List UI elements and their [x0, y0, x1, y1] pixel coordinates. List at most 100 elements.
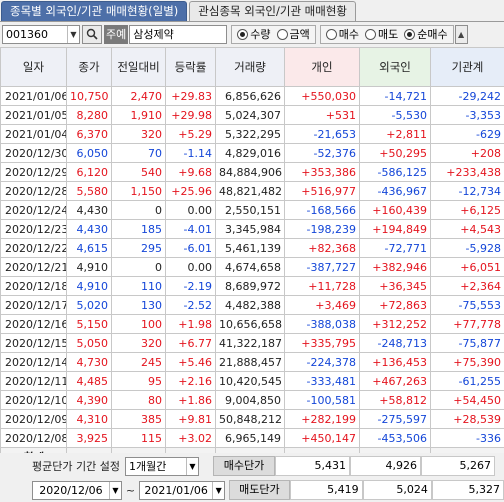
- cell-individual: +550,030: [284, 86, 360, 106]
- header-foreign[interactable]: 외국인: [359, 47, 431, 87]
- cell-rate: -2.19: [165, 276, 216, 296]
- table-row[interactable]: 2021/01/04 6,370 320 +5.29 5,322,295 -21,653 +…: [0, 124, 504, 144]
- cell-rate: +1.86: [165, 390, 216, 410]
- cell-rate: +29.98: [165, 105, 216, 125]
- table-row[interactable]: 2021/01/06 10,750 2,470 +29.83 6,856,626 +550…: [0, 86, 504, 106]
- cell-individual: -198,239: [284, 219, 360, 239]
- cell-date: 2020/12/21: [0, 257, 67, 277]
- cell-institution: +208: [430, 143, 504, 163]
- calendar-dropdown-icon[interactable]: ▼: [108, 481, 121, 499]
- period-select[interactable]: 1개월간 ▼: [124, 456, 199, 476]
- cell-close: 4,390: [66, 390, 112, 410]
- header-volume[interactable]: 거래량: [215, 47, 285, 87]
- radio-net-buy[interactable]: 순매수: [404, 26, 448, 42]
- cell-foreign: +467,263: [359, 371, 431, 391]
- radio-dot-icon: [325, 28, 337, 40]
- cell-volume: 50,848,212: [215, 409, 285, 429]
- cell-date: 2020/12/17: [0, 295, 67, 315]
- radio-sell[interactable]: 매도: [365, 26, 398, 42]
- cell-foreign: -72,771: [359, 238, 431, 258]
- cell-volume: 6,856,626: [215, 86, 285, 106]
- cell-institution: -12,734: [430, 181, 504, 201]
- table-row[interactable]: 2020/12/23 4,430 185 -4.01 3,345,984 -198,239…: [0, 219, 504, 239]
- table-row[interactable]: 2020/12/17 5,020 130 -2.52 4,482,388 +3,469 +7…: [0, 295, 504, 315]
- chevron-down-icon[interactable]: ▼: [67, 25, 79, 43]
- tab-watchlist[interactable]: 관심종목 외국인/기관 매매현황: [189, 1, 357, 21]
- table-row[interactable]: 2020/12/29 6,120 540 +9.68 84,884,906 +353,38…: [0, 162, 504, 182]
- table-row[interactable]: 2020/12/22 4,615 295 -6.01 5,461,139 +82,368-…: [0, 238, 504, 258]
- cell-foreign: -5,530: [359, 105, 431, 125]
- cell-individual: +531: [284, 105, 360, 125]
- search-button[interactable]: [82, 24, 102, 44]
- cell-change: 185: [111, 219, 166, 239]
- cell-volume: 4,482,388: [215, 295, 285, 315]
- cell-volume: 3,345,984: [215, 219, 285, 239]
- chevron-up-icon: ▲: [458, 29, 465, 39]
- table-row[interactable]: 2020/12/14 4,730 245 +5.46 21,888,457 -224,37…: [0, 352, 504, 372]
- cell-institution: +75,390: [430, 352, 504, 372]
- table-row[interactable]: 2020/12/15 5,050 320 +6.77 41,322,187 +335,79…: [0, 333, 504, 353]
- cell-date: 2020/12/11: [0, 371, 67, 391]
- cell-change: 100: [111, 314, 166, 334]
- header-date[interactable]: 일자: [0, 47, 67, 87]
- header-rate[interactable]: 등락률: [165, 47, 216, 87]
- cell-rate: +1.98: [165, 314, 216, 334]
- header-institution[interactable]: 기관계: [430, 47, 504, 87]
- toolbar: 001360 ▼ 주예 삼성제약 수량 금액 매수 매도 순매수 ▲: [0, 22, 504, 46]
- cell-institution: -3,353: [430, 105, 504, 125]
- market-badge: 주예: [104, 24, 129, 44]
- cell-close: 4,615: [66, 238, 112, 258]
- date-separator: ~: [125, 483, 136, 497]
- table-row[interactable]: 2020/12/11 4,485 95 +2.16 10,420,545 -333,481…: [0, 371, 504, 391]
- table-row[interactable]: 2020/12/10 4,390 80 +1.86 9,004,850 -100,581 +…: [0, 390, 504, 410]
- cell-change: 130: [111, 295, 166, 315]
- cell-change: 1,910: [111, 105, 166, 125]
- cell-institution: +28,539: [430, 409, 504, 429]
- radio-quantity[interactable]: 수량: [237, 26, 271, 42]
- cell-institution: -629: [430, 124, 504, 144]
- table-row[interactable]: 2020/12/08 3,925 115 +3.02 6,965,149 +450,147…: [0, 428, 504, 448]
- cell-institution: +2,364: [430, 276, 504, 296]
- tab-stock-daily[interactable]: 종목별 외국인/기관 매매현황(일별): [1, 1, 188, 21]
- cell-close: 4,910: [66, 257, 112, 277]
- table-row[interactable]: 2020/12/24 4,430 0 0.00 2,550,151 -168,566 +16…: [0, 200, 504, 220]
- table-row[interactable]: 2020/12/09 4,310 385 +9.81 50,848,212 +282,19…: [0, 409, 504, 429]
- sell-price-foreign: 5,024: [362, 480, 432, 500]
- cell-change: 0: [111, 257, 166, 277]
- cell-institution: +4,543: [430, 219, 504, 239]
- date-from-input[interactable]: 2020/12/06 ▼: [32, 480, 122, 500]
- stock-code-input[interactable]: 001360 ▼: [2, 24, 80, 44]
- cell-foreign: +382,946: [359, 257, 431, 277]
- radio-amount[interactable]: 금액: [276, 26, 310, 42]
- header-close[interactable]: 종가: [66, 47, 112, 87]
- cell-rate: -4.01: [165, 219, 216, 239]
- header-change[interactable]: 전일대비: [111, 47, 166, 87]
- cell-individual: +450,147: [284, 428, 360, 448]
- cell-close: 4,430: [66, 200, 112, 220]
- table-row[interactable]: 2020/12/16 5,150 100 +1.98 10,656,658 -388,03…: [0, 314, 504, 334]
- chevron-down-icon[interactable]: ▼: [185, 457, 198, 475]
- cell-date: 2021/01/05: [0, 105, 67, 125]
- table-row[interactable]: 2020/12/21 4,910 0 0.00 4,674,658 -387,727 +38…: [0, 257, 504, 277]
- cell-rate: +29.83: [165, 86, 216, 106]
- cell-date: 2020/12/08: [0, 428, 67, 448]
- cell-rate: +9.68: [165, 162, 216, 182]
- cell-foreign: -14,721: [359, 86, 431, 106]
- table-row[interactable]: 2021/01/05 8,280 1,910 +29.98 5,024,307 +531-…: [0, 105, 504, 125]
- calendar-dropdown-icon[interactable]: ▼: [212, 481, 224, 499]
- cell-individual: +335,795: [284, 333, 360, 353]
- cell-institution: +233,438: [430, 162, 504, 182]
- table-row[interactable]: 2020/12/28 5,580 1,150 +25.96 48,821,482 +516…: [0, 181, 504, 201]
- table-row[interactable]: 2020/12/30 6,050 70 -1.14 4,829,016 -52,376 +5…: [0, 143, 504, 163]
- radio-label: 매도: [378, 28, 399, 41]
- scroll-up-button[interactable]: ▲: [454, 24, 468, 44]
- cell-foreign: +58,812: [359, 390, 431, 410]
- cell-foreign: -275,597: [359, 409, 431, 429]
- radio-buy[interactable]: 매수: [325, 26, 359, 42]
- header-individual[interactable]: 개인: [284, 47, 360, 87]
- table-row[interactable]: 2020/12/18 4,910 110 -2.19 8,689,972 +11,728 +…: [0, 276, 504, 296]
- date-to-input[interactable]: 2021/01/06 ▼: [139, 480, 226, 500]
- cell-close: 4,730: [66, 352, 112, 372]
- cell-individual: -21,653: [284, 124, 360, 144]
- cell-volume: 9,004,850: [215, 390, 285, 410]
